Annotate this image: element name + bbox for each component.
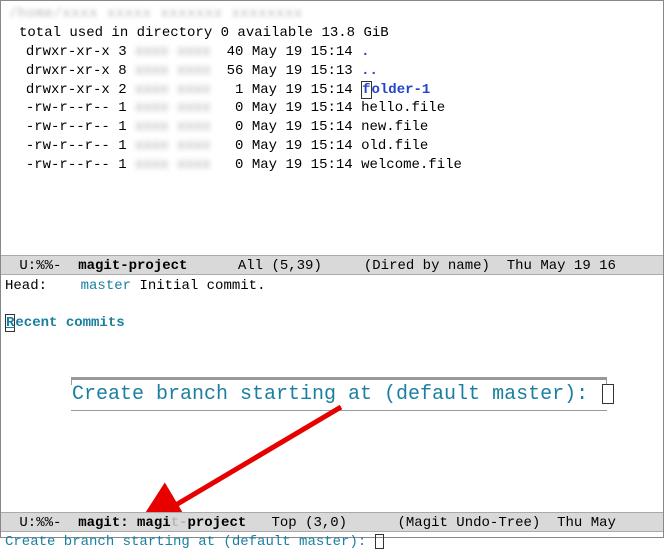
dired-total-line: total used in directory 0 available 13.8… — [9, 24, 655, 43]
annotation-arrow-icon — [141, 401, 361, 521]
dired-entry[interactable]: drwxr-xr-x 2 xxxx xxxx 1 May 19 15:14 fo… — [9, 81, 655, 100]
magit-pane[interactable]: Head: master Initial commit. Recent comm… — [1, 275, 663, 333]
dired-entry[interactable]: -rw-r--r-- 1 xxxx xxxx 0 May 19 15:14 we… — [9, 156, 655, 175]
dired-header-obscured: /home/xxxx xxxxx xxxxxxx xxxxxxxx — [9, 5, 655, 24]
magit-head-line: Head: master Initial commit. — [5, 277, 659, 296]
file-link[interactable]: new.file — [361, 119, 428, 135]
cursor-icon — [602, 384, 614, 404]
callout-prompt: Create branch starting at (default maste… — [71, 377, 607, 411]
dired-entry[interactable]: drwxr-xr-x 3 xxxx xxxx 40 May 19 15:14 . — [9, 43, 655, 62]
callout-prompt-text: Create branch starting at (default maste… — [71, 381, 607, 411]
file-link[interactable]: hello.file — [361, 100, 445, 116]
recent-commits-heading: Recent commits — [5, 314, 659, 333]
dired-entry[interactable]: drwxr-xr-x 8 xxxx xxxx 56 May 19 15:13 .… — [9, 62, 655, 81]
modeline-dired: U:%%- magit-project All (5,39) (Dired by… — [1, 255, 663, 275]
modeline-mode: (Dired by name) — [364, 258, 490, 274]
dired-entry[interactable]: -rw-r--r-- 1 xxxx xxxx 0 May 19 15:14 ne… — [9, 118, 655, 137]
dir-link[interactable]: folder-1 — [361, 81, 430, 99]
dired-entries: drwxr-xr-x 3 xxxx xxxx 40 May 19 15:14 .… — [9, 43, 655, 175]
modeline-mode: (Magit Undo-Tree) — [398, 515, 541, 531]
dired-entry[interactable]: -rw-r--r-- 1 xxxx xxxx 0 May 19 15:14 he… — [9, 99, 655, 118]
dir-link[interactable]: . — [361, 44, 369, 60]
modeline-buffer-name: magit: magit-project — [78, 515, 246, 531]
file-link[interactable]: old.file — [361, 138, 428, 154]
minibuffer-prompt[interactable]: Create branch starting at (default maste… — [5, 533, 384, 552]
branch-name: master — [81, 278, 131, 294]
modeline-buffer-name: magit-project — [78, 258, 187, 274]
file-link[interactable]: welcome.file — [361, 157, 462, 173]
dir-link[interactable]: .. — [361, 63, 378, 79]
dired-entry[interactable]: -rw-r--r-- 1 xxxx xxxx 0 May 19 15:14 ol… — [9, 137, 655, 156]
dired-pane[interactable]: /home/xxxx xxxxx xxxxxxx xxxxxxxx total … — [1, 1, 663, 255]
modeline-magit: U:%%- magit: magit-project Top (3,0) (Ma… — [1, 512, 663, 532]
cursor-icon — [375, 534, 384, 549]
